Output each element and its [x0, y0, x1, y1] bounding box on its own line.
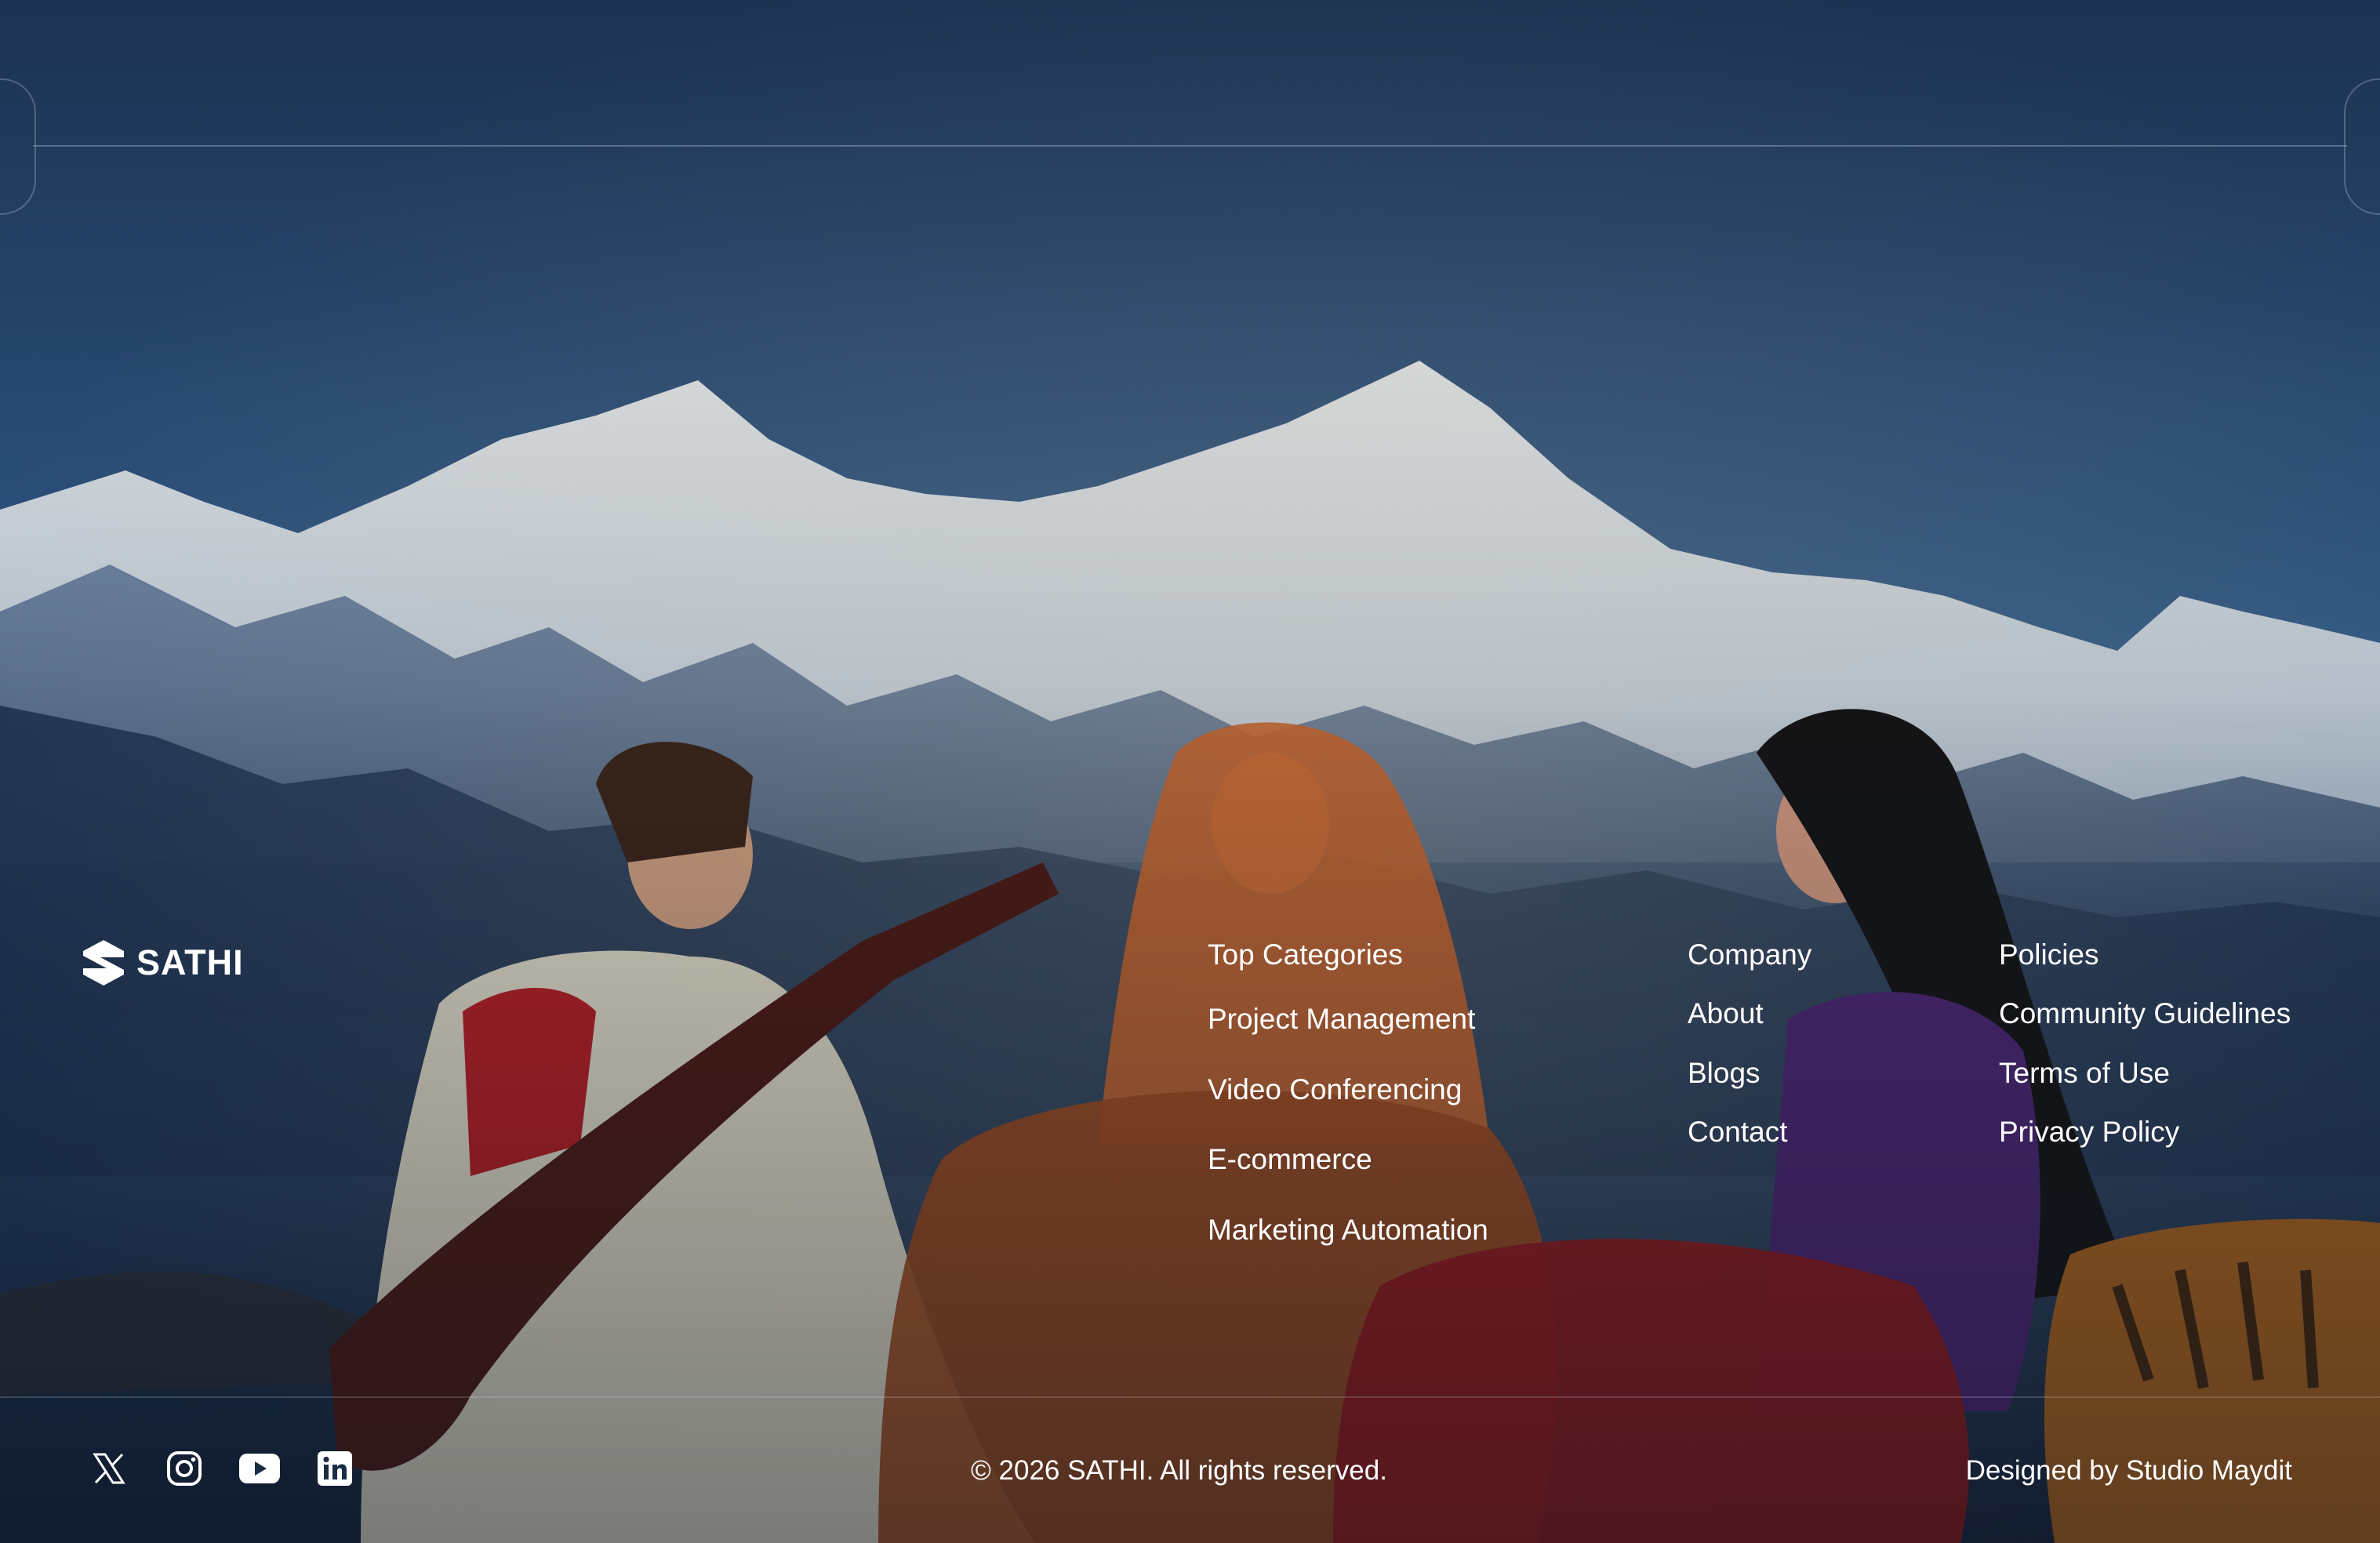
brand-name: SATHI: [136, 942, 244, 982]
company-link-blogs[interactable]: Blogs: [1688, 1056, 1760, 1091]
top-divider: [33, 145, 2347, 147]
policies-heading[interactable]: Policies: [1999, 938, 2099, 972]
company-heading[interactable]: Company: [1688, 938, 1811, 972]
social-links: [88, 1447, 356, 1490]
company-link-contact[interactable]: Contact: [1688, 1115, 1788, 1149]
corner-decoration-left: [0, 78, 36, 215]
company-link-about[interactable]: About: [1688, 997, 1764, 1031]
instagram-icon[interactable]: [163, 1447, 205, 1490]
bottom-divider: [0, 1396, 2380, 1398]
category-link-project-management[interactable]: Project Management: [1208, 1002, 1475, 1037]
category-link-video-conferencing[interactable]: Video Conferencing: [1208, 1073, 1462, 1107]
brand-logo[interactable]: SATHI: [83, 938, 244, 988]
designed-by-link[interactable]: Designed by Studio Maydit: [1966, 1454, 2292, 1488]
categories-heading[interactable]: Top Categories: [1208, 938, 1403, 972]
category-link-marketing-automation[interactable]: Marketing Automation: [1208, 1213, 1488, 1247]
copyright-text: © 2026 SATHI. All rights reserved.: [971, 1455, 1387, 1486]
category-link-e-commerce[interactable]: E-commerce: [1208, 1142, 1372, 1177]
footer-page: SATHI Top Categories Project Management …: [0, 0, 2380, 1543]
policy-link-privacy-policy[interactable]: Privacy Policy: [1999, 1115, 2179, 1149]
corner-decoration-right: [2344, 78, 2380, 215]
sathi-logo-icon: [83, 940, 124, 986]
youtube-icon[interactable]: [238, 1447, 281, 1490]
linkedin-icon[interactable]: [314, 1447, 356, 1490]
policy-link-community-guidelines[interactable]: Community Guidelines: [1999, 997, 2291, 1031]
x-twitter-icon[interactable]: [88, 1447, 130, 1490]
policy-link-terms-of-use[interactable]: Terms of Use: [1999, 1056, 2170, 1091]
dark-overlay: [0, 0, 2380, 1543]
